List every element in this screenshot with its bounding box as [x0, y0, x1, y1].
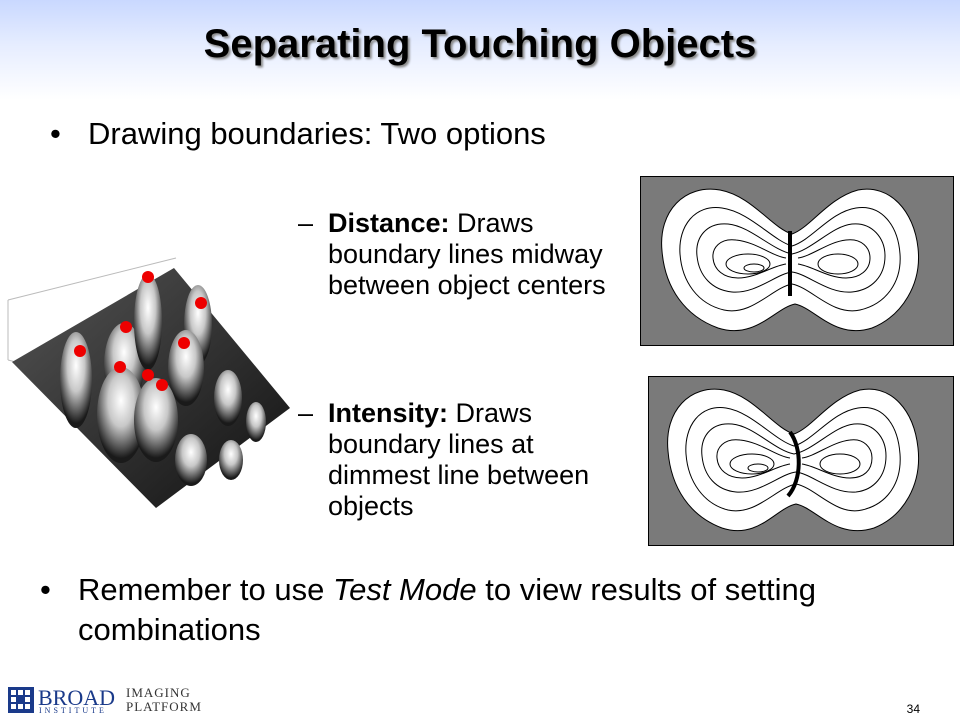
bullet-text: Remember to use Test Mode to view result… — [78, 570, 878, 650]
distance-contour-panel — [640, 176, 954, 346]
bullet-text: Drawing boundaries: Two options — [88, 116, 546, 151]
surface-plot-figure — [7, 257, 290, 508]
intensity-contour-panel — [648, 376, 954, 546]
page-number: 34 — [906, 702, 920, 716]
option-distance-text: Distance: Draws boundary lines midway be… — [328, 208, 618, 301]
seed-dot — [156, 379, 168, 391]
seed-dot — [142, 369, 154, 381]
imaging-platform-label: IMAGING PLATFORM — [126, 686, 202, 714]
seed-dot — [178, 337, 190, 349]
bullet-marker: • — [50, 116, 61, 151]
seed-dot — [114, 361, 126, 373]
bullet-text-before: Remember to use — [78, 572, 333, 607]
dash-marker: – — [298, 208, 314, 238]
option-intensity-name: Intensity: — [328, 398, 449, 428]
seed-dot — [120, 321, 132, 333]
bullet-marker: • — [40, 572, 51, 607]
broad-mark-icon — [8, 687, 34, 713]
test-mode-term: Test Mode — [333, 572, 477, 607]
dash-marker: – — [298, 398, 314, 428]
slide-title: Separating Touching Objects — [203, 22, 757, 66]
seed-dot — [74, 345, 86, 357]
seed-dot — [142, 271, 154, 283]
option-intensity-text: Intensity: Draws boundary lines at dimme… — [328, 398, 643, 522]
platform-line2: PLATFORM — [126, 699, 202, 714]
platform-line1: IMAGING — [126, 685, 191, 700]
seed-dot — [195, 297, 207, 309]
logo-institute-word: INSTITUTE — [39, 706, 107, 715]
option-distance-name: Distance: — [328, 208, 450, 238]
